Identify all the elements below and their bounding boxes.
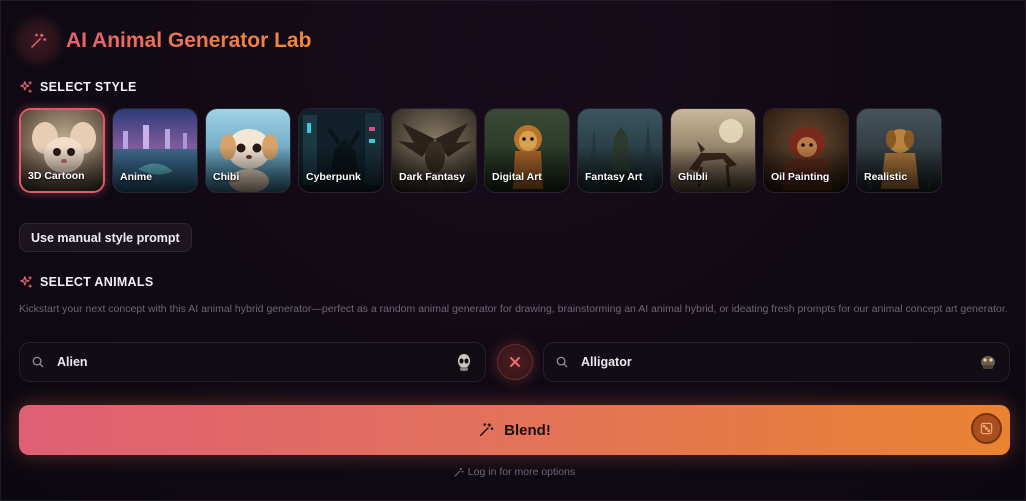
style-label: Oil Painting (771, 171, 830, 183)
search-icon (31, 355, 45, 369)
animals-description: Kickstart your next concept with this AI… (19, 303, 1008, 315)
magic-wand-icon (480, 423, 494, 437)
style-label: Dark Fantasy (399, 171, 465, 183)
style-card-ghibli[interactable]: Ghibli (670, 108, 756, 193)
search-icon (555, 355, 569, 369)
animal-2-value: Alligator (581, 355, 632, 369)
random-dice-button[interactable] (971, 413, 1002, 444)
style-card-dark-fantasy[interactable]: Dark Fantasy (391, 108, 477, 193)
style-card-realistic[interactable]: Realistic (856, 108, 942, 193)
sparkles-icon (20, 276, 32, 288)
animal-2-search-input[interactable]: Alligator (543, 342, 1010, 382)
blend-button[interactable]: Blend! (19, 405, 1010, 455)
style-card-chibi[interactable]: Chibi (205, 108, 291, 193)
dice-icon (980, 422, 993, 435)
login-hint-label: Log in for more options (467, 466, 576, 478)
select-animals-label: SELECT ANIMALS (40, 275, 154, 289)
alligator-avatar-icon (981, 356, 995, 369)
magic-wand-icon (19, 22, 57, 60)
header: AI Animal Generator Lab (19, 19, 311, 63)
style-label: Cyberpunk (306, 171, 361, 183)
alien-avatar-icon (458, 354, 470, 371)
select-style-heading: SELECT STYLE (19, 80, 137, 94)
close-icon (510, 357, 520, 367)
style-label: Anime (120, 171, 153, 183)
sparkles-icon (20, 81, 32, 93)
style-card-3d-cartoon[interactable]: 3D Cartoon (19, 108, 105, 193)
animal-1-value: Alien (57, 355, 88, 369)
style-card-cyberpunk[interactable]: Cyberpunk (298, 108, 384, 193)
style-grid: 3D Cartoon Anime Chibi Cyberpunk Dark Fa… (19, 108, 942, 193)
style-label: Ghibli (678, 171, 708, 183)
style-card-digital-art[interactable]: Digital Art (484, 108, 570, 193)
style-card-fantasy-art[interactable]: Fantasy Art (577, 108, 663, 193)
style-label: Fantasy Art (585, 171, 643, 183)
select-animals-heading: SELECT ANIMALS (19, 275, 153, 289)
app-frame: AI Animal Generator Lab SELECT STYLE 3D … (0, 0, 1026, 501)
style-label: Chibi (213, 171, 240, 183)
style-label: 3D Cartoon (28, 170, 85, 182)
login-hint-link[interactable]: Log in for more options (1, 466, 1026, 478)
select-style-label: SELECT STYLE (40, 80, 137, 94)
animal-1-search-input[interactable]: Alien (19, 342, 486, 382)
blend-label: Blend! (504, 421, 551, 439)
style-label: Digital Art (492, 171, 542, 183)
manual-style-button[interactable]: Use manual style prompt (19, 223, 192, 252)
page-title: AI Animal Generator Lab (66, 29, 312, 52)
style-label: Realistic (864, 171, 908, 183)
style-card-anime[interactable]: Anime (112, 108, 198, 193)
magic-wand-icon (454, 467, 464, 477)
style-card-oil-painting[interactable]: Oil Painting (763, 108, 849, 193)
clear-animals-button[interactable] (497, 344, 533, 380)
